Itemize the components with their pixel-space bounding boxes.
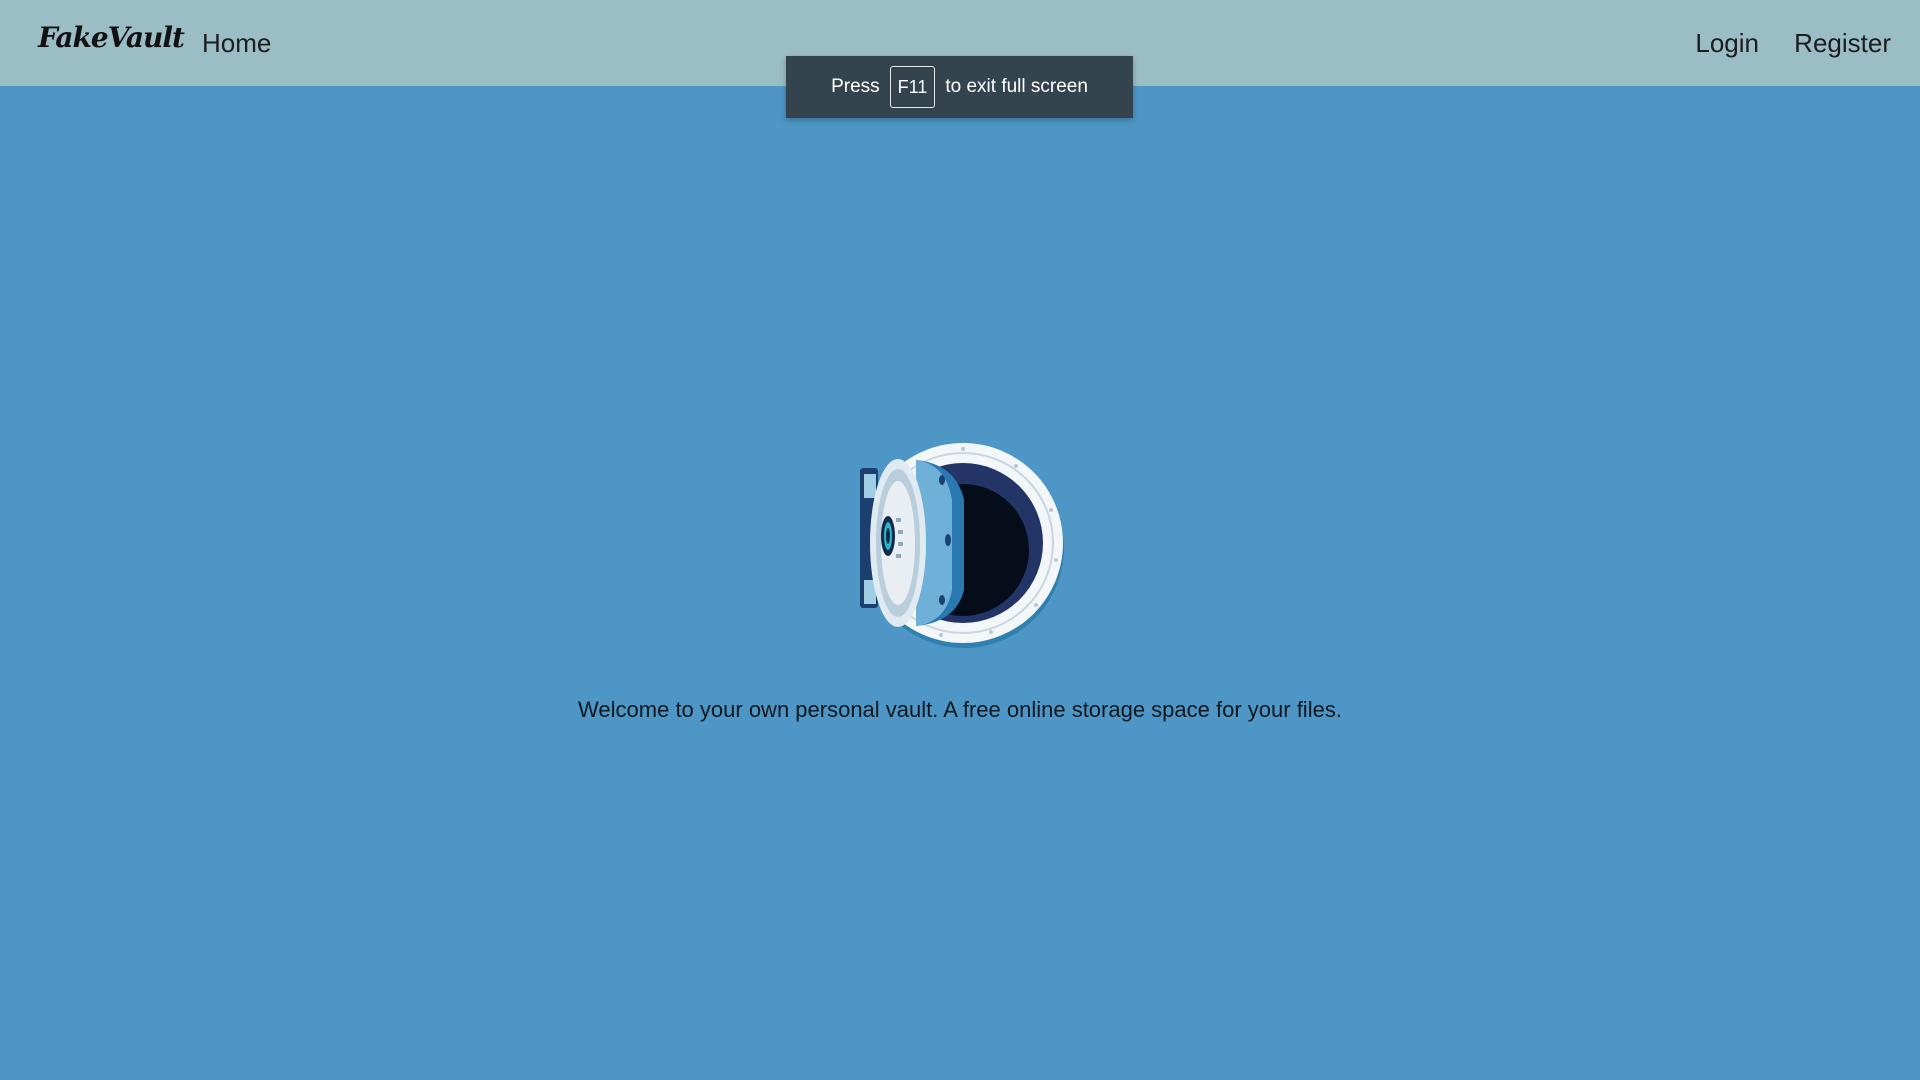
fullscreen-key-badge: F11: [889, 66, 936, 108]
nav-home-link[interactable]: Home: [202, 27, 271, 59]
fullscreen-notice-suffix: to exit full screen: [945, 76, 1088, 97]
fullscreen-notice: Press F11 to exit full screen: [786, 56, 1133, 118]
welcome-tagline: Welcome to your own personal vault. A fr…: [578, 697, 1342, 722]
nav-register-link[interactable]: Register: [1794, 27, 1891, 59]
fullscreen-notice-prefix: Press: [831, 76, 880, 97]
vault-door-icon: [856, 440, 1066, 650]
vault-door-illustration: [860, 443, 1064, 648]
brand-logo[interactable]: FakeVault: [38, 21, 185, 54]
nav-login-link[interactable]: Login: [1695, 27, 1759, 59]
